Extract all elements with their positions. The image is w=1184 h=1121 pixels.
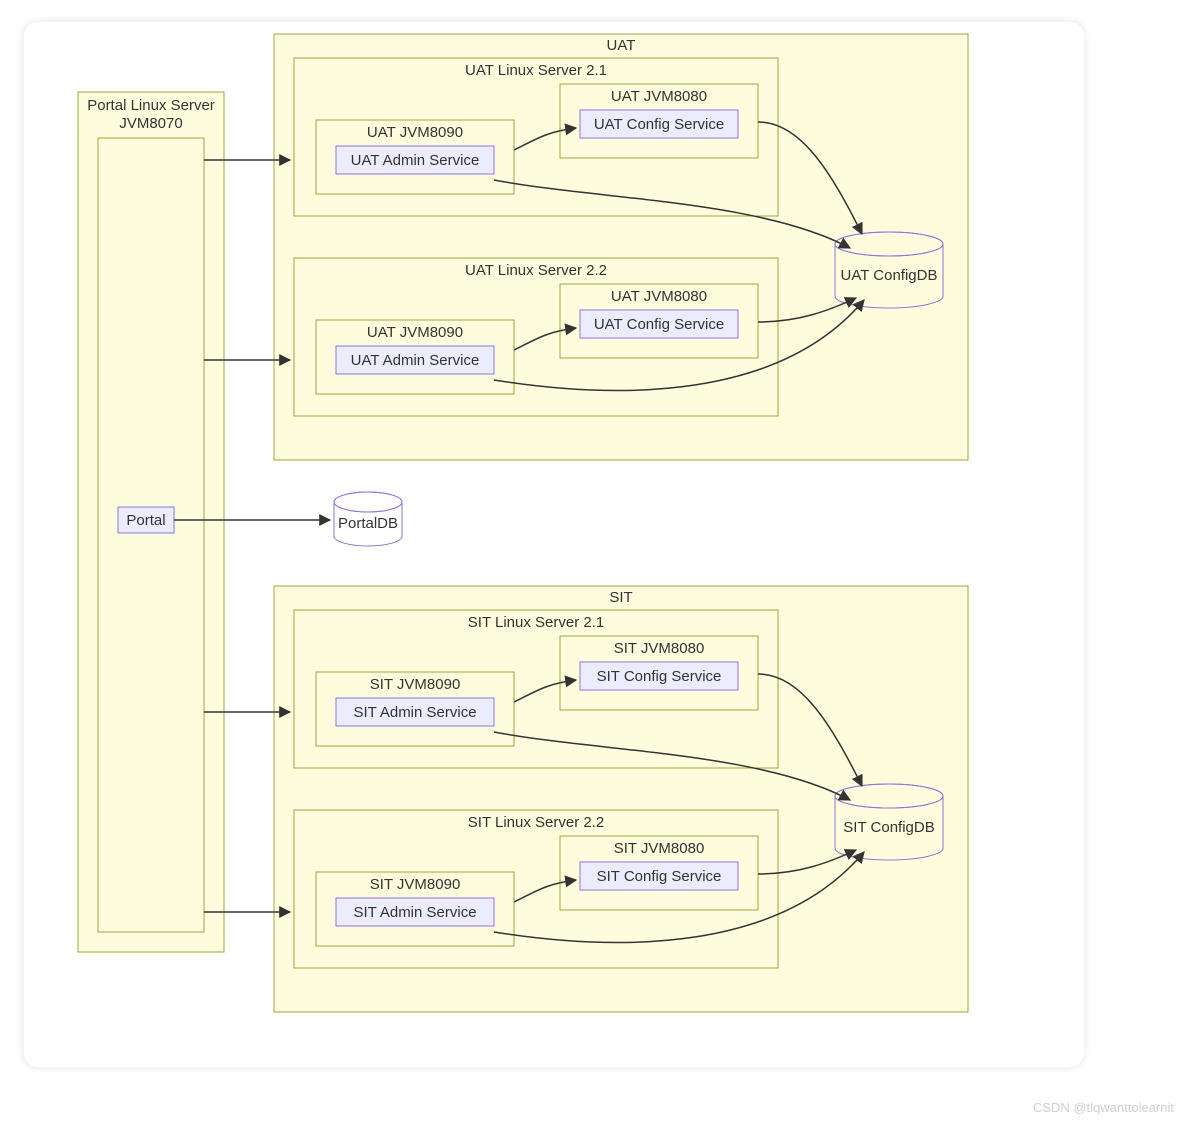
uat-s2-config-label: UAT Config Service (594, 316, 724, 333)
portal-linux-server-group: Portal Linux Server JVM8070 Portal (78, 92, 224, 952)
sit-db-label: SIT ConfigDB (843, 819, 934, 836)
sit-s2-config-label: SIT Config Service (597, 868, 722, 885)
uat-s1-jvm8080-title: UAT JVM8080 (611, 88, 707, 105)
sit-s2-admin-label: SIT Admin Service (353, 904, 476, 921)
uat-s1-config-label: UAT Config Service (594, 116, 724, 133)
uat-server-1-title: UAT Linux Server 2.1 (465, 62, 607, 79)
sit-server-1: SIT Linux Server 2.1 SIT JVM8090 SIT Adm… (294, 610, 778, 768)
portal-server-title-2: JVM8070 (119, 115, 182, 132)
uat-s2-jvm8090-title: UAT JVM8090 (367, 324, 463, 341)
uat-server-2: UAT Linux Server 2.2 UAT JVM8090 UAT Adm… (294, 258, 778, 416)
portal-db-label: PortalDB (338, 515, 398, 532)
sit-s2-jvm8090-title: SIT JVM8090 (370, 876, 461, 893)
diagram-svg: Portal Linux Server JVM8070 Portal Porta… (0, 0, 1184, 1121)
sit-server-2: SIT Linux Server 2.2 SIT JVM8090 SIT Adm… (294, 810, 778, 968)
sit-server-1-title: SIT Linux Server 2.1 (468, 614, 604, 631)
portal-service-label: Portal (126, 512, 165, 529)
uat-s1-admin-label: UAT Admin Service (351, 152, 480, 169)
uat-server-1: UAT Linux Server 2.1 UAT JVM8090 UAT Adm… (294, 58, 778, 216)
portal-db: PortalDB (334, 492, 402, 546)
uat-db-label: UAT ConfigDB (841, 267, 938, 284)
sit-server-2-title: SIT Linux Server 2.2 (468, 814, 604, 831)
sit-s1-config-label: SIT Config Service (597, 668, 722, 685)
uat-s1-jvm8090-title: UAT JVM8090 (367, 124, 463, 141)
uat-s2-jvm8080-title: UAT JVM8080 (611, 288, 707, 305)
watermark: CSDN @tlqwanttolearnit (1033, 1100, 1174, 1115)
sit-s1-jvm8080-title: SIT JVM8080 (614, 640, 705, 657)
sit-s1-jvm8090-title: SIT JVM8090 (370, 676, 461, 693)
sit-group: SIT SIT Linux Server 2.1 SIT JVM8090 SIT… (274, 586, 968, 1012)
uat-server-2-title: UAT Linux Server 2.2 (465, 262, 607, 279)
portal-server-title-1: Portal Linux Server (87, 97, 215, 114)
sit-s2-jvm8080-title: SIT JVM8080 (614, 840, 705, 857)
sit-title: SIT (609, 589, 632, 606)
uat-group: UAT UAT Linux Server 2.1 UAT JVM8090 UAT… (274, 34, 968, 460)
uat-s2-admin-label: UAT Admin Service (351, 352, 480, 369)
uat-title: UAT (607, 37, 636, 54)
sit-s1-admin-label: SIT Admin Service (353, 704, 476, 721)
